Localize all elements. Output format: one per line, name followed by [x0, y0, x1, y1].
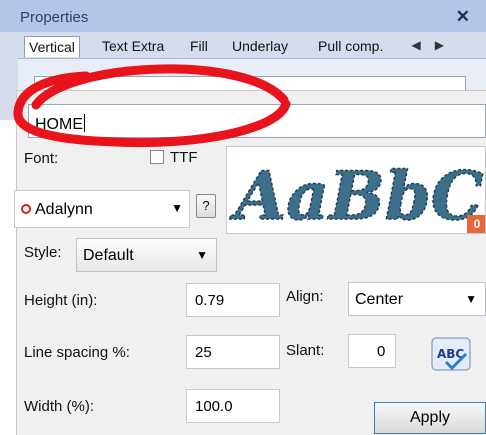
line-spacing-field[interactable]: 25	[186, 335, 280, 369]
spellcheck-button[interactable]: ABC	[430, 336, 472, 374]
width-label: Width (%):	[24, 398, 95, 415]
panel-title: Properties	[20, 9, 89, 26]
style-label: Style:	[24, 244, 62, 261]
width-field[interactable]: 100.0	[186, 389, 280, 423]
font-preview-graphic: AaBbCc	[228, 156, 486, 234]
slant-label: Slant:	[286, 342, 325, 359]
height-field[interactable]: 0.79	[186, 283, 280, 317]
ttf-checkbox[interactable]	[150, 150, 164, 164]
text-caret	[84, 114, 85, 132]
tab-text-extra[interactable]: Text Extra	[98, 36, 168, 56]
align-label: Align:	[286, 288, 324, 305]
font-label: Font:	[24, 150, 59, 167]
font-type-icon	[21, 204, 31, 214]
spellcheck-icon: ABC	[431, 337, 471, 371]
tab-scroll-arrows: ◀▶	[412, 38, 458, 52]
font-preview: AaBbCc 0	[226, 146, 486, 234]
style-select[interactable]: Default ▼	[76, 238, 217, 272]
font-help-button[interactable]: ?	[196, 194, 216, 218]
ttf-label: TTF	[170, 149, 198, 166]
tab-pull-comp[interactable]: Pull comp.	[314, 36, 387, 56]
align-select-value: Center	[355, 291, 404, 308]
tab-fill[interactable]: Fill	[186, 36, 212, 56]
height-label: Height (in):	[24, 292, 98, 309]
close-icon[interactable]: ✕	[456, 7, 470, 27]
align-select[interactable]: Center ▼	[348, 282, 486, 316]
text-input[interactable]: HOME	[28, 104, 486, 138]
style-select-value: Default	[83, 247, 134, 264]
text-input-value: HOME	[35, 116, 83, 133]
arrow-left-icon[interactable]: ◀	[412, 38, 435, 52]
font-preview-text: AaBbCc	[229, 157, 486, 234]
properties-titlebar: Properties ✕	[0, 0, 486, 32]
preview-badge: 0	[467, 215, 485, 233]
apply-button[interactable]: Apply	[374, 402, 486, 434]
chevron-down-icon: ▼	[171, 201, 183, 215]
arrow-right-icon[interactable]: ▶	[435, 38, 458, 52]
slant-field[interactable]: 0	[348, 334, 396, 368]
line-spacing-label: Line spacing %:	[24, 344, 130, 361]
tab-vertical[interactable]: Vertical	[24, 36, 80, 57]
tab-underlay[interactable]: Underlay	[228, 36, 292, 56]
chevron-down-icon: ▼	[196, 248, 208, 262]
font-select-value: Adalynn	[35, 201, 93, 218]
chevron-down-icon: ▼	[465, 292, 477, 306]
font-select[interactable]: Adalynn ▼	[14, 190, 190, 228]
